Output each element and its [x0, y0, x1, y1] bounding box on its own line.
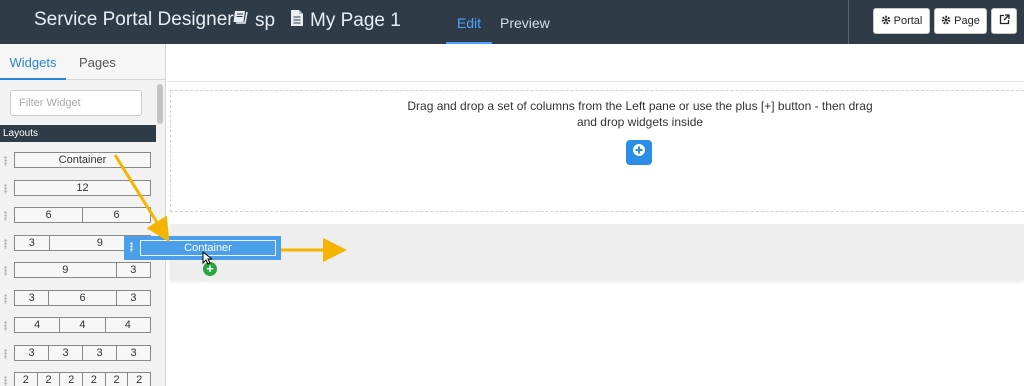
- grip-icon: [130, 242, 133, 252]
- cursor-icon: [202, 250, 214, 270]
- site-name: sp: [255, 9, 276, 31]
- grip-icon: [4, 321, 7, 331]
- grip-icon: [4, 376, 7, 386]
- canvas-toolbar: [167, 44, 1024, 82]
- drop-instructions: Drag and drop a set of columns from the …: [407, 99, 873, 129]
- layout-cell: 3: [83, 346, 117, 360]
- designer-header: Service Portal Designer sp My Page 1 Edi…: [0, 0, 1024, 44]
- layout-cell: 4: [60, 318, 106, 332]
- drop-target-row[interactable]: [170, 224, 1024, 280]
- plus-circle-icon: [632, 143, 646, 162]
- gear-icon: [881, 15, 891, 28]
- sidebar-tabs: Widgets Pages: [0, 44, 165, 80]
- layout-cell: 2: [60, 373, 84, 386]
- layout-2x6[interactable]: 2 2 2 2 2 2: [0, 368, 156, 386]
- layout-cell: 2: [83, 373, 106, 386]
- layout-cell: 4: [124, 319, 131, 331]
- layout-cell: 2: [38, 373, 61, 386]
- layout-cell: 6: [49, 291, 117, 305]
- add-row-button[interactable]: [626, 140, 652, 165]
- app-title: Service Portal Designer: [34, 9, 234, 30]
- grip-icon: [4, 266, 7, 276]
- portal-button[interactable]: Portal: [873, 8, 930, 34]
- grip-icon: [4, 211, 7, 221]
- layout-cell: 9: [15, 263, 117, 277]
- layout-12[interactable]: 12: [0, 176, 156, 204]
- layout-cell: 6: [113, 209, 120, 221]
- external-link-icon: [999, 14, 1010, 28]
- grip-icon: [4, 294, 7, 304]
- layout-cell: 3: [15, 236, 50, 250]
- layout-cell: 3: [15, 346, 49, 360]
- layout-9-3[interactable]: 9 3: [0, 258, 156, 286]
- widget-sidebar: Widgets Pages Layouts Container 12 6 6 3…: [0, 44, 166, 386]
- layout-cell: 6: [15, 208, 83, 222]
- tab-edit[interactable]: Edit: [446, 0, 492, 44]
- layout-3-6-3[interactable]: 3 6 3: [0, 286, 156, 314]
- header-divider: [848, 0, 849, 44]
- layout-cell: 3: [130, 347, 137, 359]
- grip-icon: [4, 184, 7, 194]
- sidebar-scrollbar[interactable]: [157, 84, 163, 124]
- layout-cell: 12: [76, 182, 89, 194]
- layout-cell: 2: [136, 374, 143, 386]
- page-button[interactable]: Page: [934, 8, 987, 34]
- layout-3-3-3-3[interactable]: 3 3 3 3: [0, 341, 156, 369]
- tab-widgets[interactable]: Widgets: [0, 44, 66, 80]
- page-name: My Page 1: [310, 10, 401, 31]
- open-external-button[interactable]: [991, 8, 1017, 34]
- layout-6-6[interactable]: 6 6: [0, 203, 156, 231]
- page-button-label: Page: [954, 15, 980, 27]
- gear-icon: [941, 15, 951, 28]
- book-icon: [232, 9, 249, 32]
- layout-cell: 3: [49, 346, 83, 360]
- layout-4-4-4[interactable]: 4 4 4: [0, 313, 156, 341]
- layout-container[interactable]: Container: [0, 148, 156, 176]
- page-selector[interactable]: My Page 1: [290, 9, 401, 33]
- layout-cell: Container: [58, 154, 107, 166]
- layout-cell: 2: [15, 373, 38, 386]
- layout-cell: 3: [130, 264, 137, 276]
- layout-cell: 3: [130, 292, 137, 304]
- tab-preview[interactable]: Preview: [500, 0, 550, 44]
- document-icon: [290, 9, 304, 33]
- site-selector[interactable]: sp: [232, 9, 275, 32]
- layout-cell: 2: [106, 373, 129, 386]
- layout-cell: 4: [15, 318, 61, 332]
- grip-icon: [4, 349, 7, 359]
- tab-pages[interactable]: Pages: [79, 44, 116, 80]
- layout-cell: 3: [15, 291, 50, 305]
- grip-icon: [4, 239, 7, 249]
- grip-icon: [4, 156, 7, 166]
- filter-widget-input[interactable]: [10, 90, 142, 116]
- layouts-section-title: Layouts: [0, 125, 156, 142]
- portal-button-label: Portal: [893, 15, 923, 27]
